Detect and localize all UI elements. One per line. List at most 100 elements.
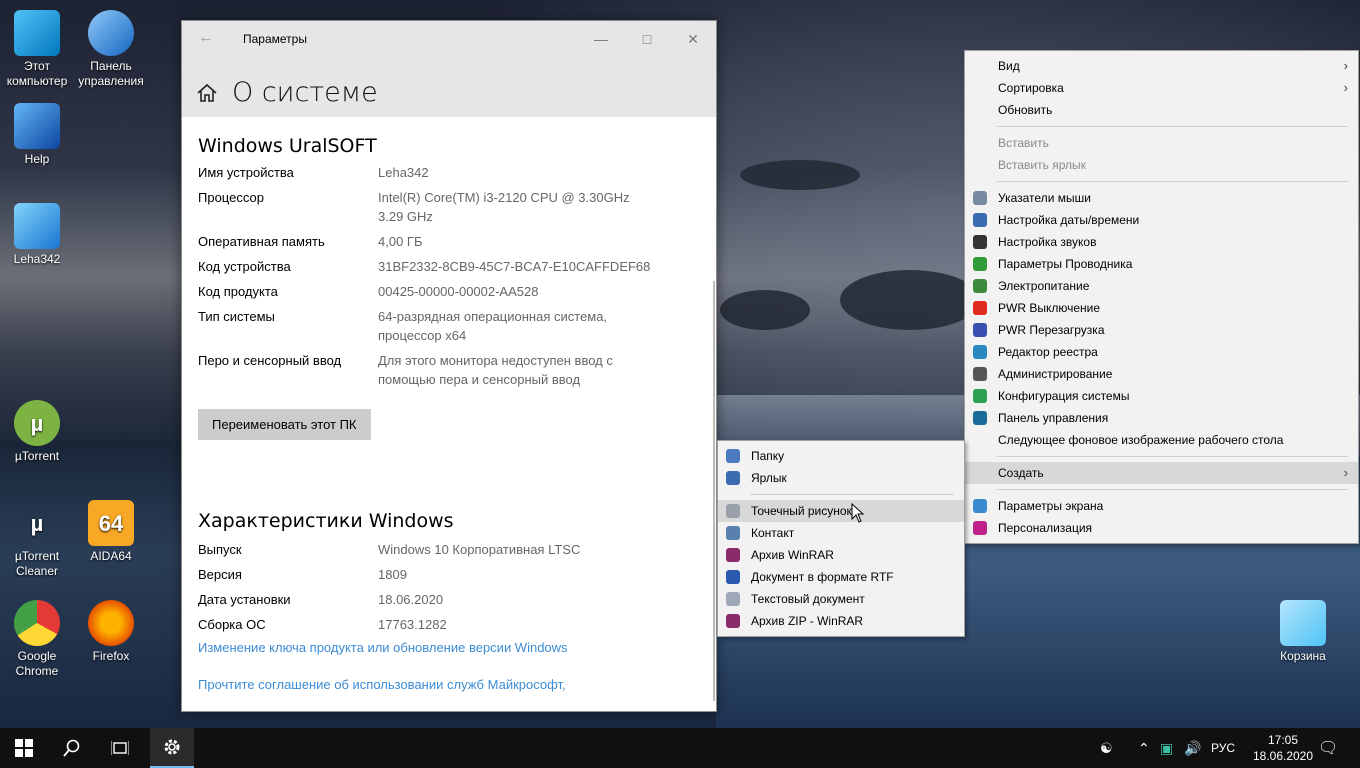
menu-item[interactable]: Следующее фоновое изображение рабочего с… (965, 429, 1358, 451)
minimize-icon[interactable]: — (578, 27, 624, 51)
settings-window: ← Параметры — □ ✕ О системе Windows Ural… (181, 20, 717, 712)
menu-item[interactable]: Обновить (965, 99, 1358, 121)
desktop-icon[interactable]: Google Chrome (0, 600, 74, 679)
menu-item: Вставить (965, 132, 1358, 154)
desktop-icon[interactable]: Этот компьютер (0, 10, 74, 89)
menu-item[interactable]: PWR Выключение (965, 297, 1358, 319)
home-icon[interactable] (196, 82, 218, 104)
close-icon[interactable]: ✕ (670, 27, 716, 51)
menu-separator (997, 489, 1348, 490)
menu-item[interactable]: Настройка даты/времени (965, 209, 1358, 231)
zip-icon (726, 614, 740, 628)
contact-icon (726, 526, 740, 540)
menu-item[interactable]: Параметры экрана (965, 495, 1358, 517)
menu-item[interactable]: Архив ZIP - WinRAR (718, 610, 964, 632)
desktop-icon-label: Help (24, 152, 50, 166)
device-section-title: Windows UralSOFT (198, 135, 377, 157)
maximize-icon[interactable]: □ (624, 27, 670, 51)
menu-item-label: Параметры Проводника (998, 257, 1133, 271)
task-view-button[interactable] (96, 728, 144, 768)
menu-item-label: Параметры экрана (998, 499, 1104, 513)
menu-item[interactable]: Панель управления (965, 407, 1358, 429)
clock-date: 18.06.2020 (1252, 749, 1314, 763)
change-product-key-link[interactable]: Изменение ключа продукта или обновление … (198, 640, 698, 655)
menu-item[interactable]: PWR Перезагрузка (965, 319, 1358, 341)
spec-value: 1809 (378, 567, 407, 582)
desktop-context-menu: Вид › Сортировка › Обновить Вставить Вставить … (964, 50, 1359, 544)
menu-item[interactable]: Точечный рисунок (718, 500, 964, 522)
menu-item[interactable]: Электропитание (965, 275, 1358, 297)
menu-item[interactable]: Папку (718, 445, 964, 467)
menu-item[interactable]: Сортировка › (965, 77, 1358, 99)
desktop-icon-label: Этот компьютер (6, 59, 68, 88)
spec-label: Перо и сенсорный ввод (198, 353, 342, 368)
spec-value: Intel(R) Core(TM) i3-2120 CPU @ 3.30GHz … (378, 190, 630, 224)
spec-label: Процессор (198, 190, 264, 205)
menu-item[interactable]: Контакт (718, 522, 964, 544)
admin-tools-icon (973, 367, 987, 381)
windows-specs: Выпуск Windows 10 Корпоративная LTSC Верси… (198, 540, 698, 634)
page-title: О системе (232, 77, 378, 108)
window-titlebar: ← Параметры — □ ✕ О системе (182, 21, 716, 117)
menu-item[interactable]: Конфигурация системы (965, 385, 1358, 407)
menu-item-label: Персонализация (998, 521, 1093, 535)
menu-item[interactable]: Ярлык (718, 467, 964, 489)
spec-value: 17763.1282 (378, 617, 447, 632)
back-arrow-icon[interactable]: ← (198, 29, 214, 47)
menu-item[interactable]: Администрирование (965, 363, 1358, 385)
desktop-icon[interactable]: Панель управления (74, 10, 148, 89)
scrollbar[interactable] (713, 281, 715, 701)
menu-item[interactable]: Указатели мыши (965, 187, 1358, 209)
language-indicator[interactable]: РУС (1211, 741, 1235, 755)
desktop-icon[interactable]: µ µTorrent (0, 400, 74, 464)
menu-item[interactable]: Редактор реестра (965, 341, 1358, 363)
desktop-icon[interactable]: µ µTorrent Cleaner (0, 500, 74, 579)
folder-icon (726, 449, 740, 463)
people-icon[interactable]: ☯ (1100, 740, 1113, 757)
desktop-icon[interactable]: Корзина (1266, 600, 1340, 664)
bitmap-icon (726, 504, 740, 518)
chevron-right-icon: › (1343, 58, 1348, 73)
search-icon (63, 739, 80, 757)
menu-item[interactable]: Архив WinRAR (718, 544, 964, 566)
menu-item[interactable]: Вид › (965, 55, 1358, 77)
menu-item[interactable]: Персонализация (965, 517, 1358, 539)
spec-label: Тип системы (198, 309, 275, 324)
desktop-icon[interactable]: Leha342 (0, 203, 74, 267)
chevron-right-icon: › (1343, 465, 1348, 480)
network-icon[interactable]: ▣ (1160, 740, 1173, 757)
desktop-icon[interactable]: Help (0, 103, 74, 167)
clock[interactable]: 17:05 18.06.2020 (1248, 732, 1318, 764)
start-button[interactable] (0, 728, 48, 768)
create-submenu: Папку Ярлык Точечный рисунок Контакт Архив W… (717, 440, 965, 637)
menu-item-label: Контакт (751, 526, 795, 540)
wallpaper-cloud (840, 270, 980, 330)
rename-pc-button[interactable]: Переименовать этот ПК (198, 409, 371, 440)
folder-options-icon (973, 257, 987, 271)
volume-icon[interactable]: 🔊 (1184, 740, 1201, 757)
search-button[interactable] (48, 728, 96, 768)
chevron-up-icon[interactable]: ⌃ (1138, 740, 1150, 757)
menu-item-label: Создать (998, 466, 1044, 480)
menu-item[interactable]: Создать › (965, 462, 1358, 484)
menu-item[interactable]: Документ в формате RTF (718, 566, 964, 588)
windows-logo-icon (15, 739, 33, 757)
spec-value: Windows 10 Корпоративная LTSC (378, 542, 581, 557)
firefox-icon (88, 600, 134, 646)
desktop-icon[interactable]: 64 AIDA64 (74, 500, 148, 564)
spec-row: Процессор Intel(R) Core(TM) i3-2120 CPU @… (198, 188, 698, 226)
chrome-icon (14, 600, 60, 646)
utorrent-icon: µ (14, 400, 60, 446)
menu-item[interactable]: Настройка звуков (965, 231, 1358, 253)
spec-value: 00425-00000-00002-AA528 (378, 284, 539, 299)
menu-item-label: Администрирование (998, 367, 1113, 381)
control-panel-icon (88, 10, 134, 56)
spec-value: 4,00 ГБ (378, 234, 423, 249)
menu-item[interactable]: Текстовый документ (718, 588, 964, 610)
services-agreement-link[interactable]: Прочтите соглашение об использовании слу… (198, 677, 698, 692)
menu-item[interactable]: Параметры Проводника (965, 253, 1358, 275)
desktop-icon[interactable]: Firefox (74, 600, 148, 664)
notifications-icon[interactable]: 🗨 (1318, 738, 1338, 758)
spec-row: Оперативная память 4,00 ГБ (198, 232, 698, 251)
taskbar-settings-app[interactable] (150, 728, 194, 768)
